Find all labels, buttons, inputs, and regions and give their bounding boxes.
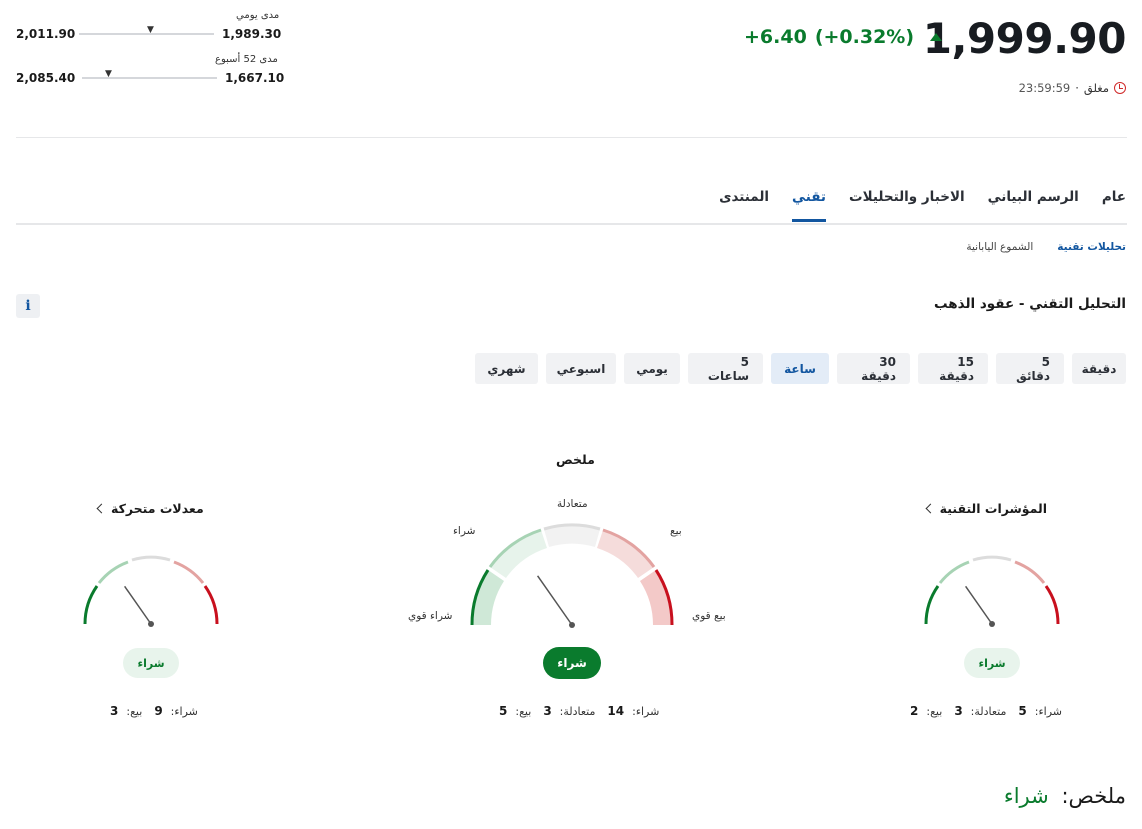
gauge-needle <box>536 575 573 626</box>
period-1min[interactable]: دقيقة <box>1072 353 1126 384</box>
last-price: 1,999.90 <box>922 14 1127 63</box>
gauge-sell-arc <box>1014 560 1046 584</box>
header-divider <box>16 137 1127 138</box>
period-15min[interactable]: 15 دقيقة <box>918 353 988 384</box>
period-1hour[interactable]: ساعة <box>771 353 829 384</box>
main-tabs: عام الرسم البياني الاخبار والتحليلات تقن… <box>719 189 1126 222</box>
ma-buy-count: شراء:9 <box>154 704 198 718</box>
technical-counts: شراء:5 متعادلة:3 بيع:2 <box>910 704 1062 718</box>
gauge-pivot <box>148 621 154 627</box>
gauge-buy-arc <box>938 560 970 584</box>
week52-range-bar <box>82 77 217 79</box>
gauge-buy-band <box>490 530 547 578</box>
period-30min[interactable]: 30 دقيقة <box>837 353 910 384</box>
overall-summary: ملخص: شراء <box>1004 784 1126 808</box>
daily-range-marker: ▼ <box>147 25 154 35</box>
gauge-strong-buy-arc <box>924 585 940 625</box>
tab-technical[interactable]: تقني <box>792 189 826 222</box>
gauge-strong-sell-arc <box>203 585 219 625</box>
technical-indicators-link[interactable]: المؤشرات التقنية <box>925 501 1047 516</box>
subtab-candlesticks[interactable]: الشموع اليابانية <box>966 241 1033 253</box>
period-daily[interactable]: يومي <box>624 353 680 384</box>
chevron-left-icon <box>925 503 936 514</box>
gauge-sell-arc <box>173 560 205 584</box>
sub-tabs: تحليلات تقنية الشموع اليابانية <box>966 241 1126 253</box>
gauge-needle <box>965 585 993 625</box>
daily-range-low: 1,989.30 <box>222 27 282 41</box>
change-value: +6.40 <box>744 26 807 48</box>
gauge-buy-arc <box>97 560 129 584</box>
daily-range-high: 2,011.90 <box>16 27 76 41</box>
status-time: 23:59:59 <box>1018 81 1071 95</box>
status-separator: · <box>1075 81 1079 95</box>
period-5hours[interactable]: 5 ساعات <box>688 353 763 384</box>
technical-sell-count: بيع:2 <box>910 704 943 718</box>
daily-range-label: مدى يومي <box>236 10 280 21</box>
section-title: التحليل التقني - عقود الذهب <box>934 296 1126 312</box>
gauge-pivot <box>989 621 995 627</box>
gauge-sell-band <box>597 530 654 578</box>
summary-buy-count: شراء:14 <box>607 704 660 718</box>
gauge-neutral-arc <box>131 555 171 562</box>
status-label: مغلق <box>1083 81 1109 95</box>
period-monthly[interactable]: شهري <box>475 353 538 384</box>
overall-summary-label: ملخص: <box>1061 784 1126 808</box>
market-status: مغلق · 23:59:59 <box>1019 81 1126 95</box>
summary-gauge <box>470 523 674 628</box>
label-neutral: متعادلة <box>557 498 588 510</box>
technical-signal-badge: شراء <box>964 648 1020 678</box>
period-weekly[interactable]: اسبوعي <box>546 353 616 384</box>
week52-range-high: 2,085.40 <box>16 71 76 85</box>
up-arrow-icon <box>930 33 943 41</box>
tab-general[interactable]: عام <box>1102 189 1126 221</box>
technical-buy-count: شراء:5 <box>1018 704 1062 718</box>
moving-averages-link[interactable]: معدلات متحركة <box>96 501 204 516</box>
summary-gauge-title: ملخص <box>556 452 595 467</box>
moving-averages-title: معدلات متحركة <box>111 501 204 516</box>
summary-signal-badge: شراء <box>543 647 601 679</box>
gauge-strong-sell-arc <box>1044 585 1060 625</box>
clock-icon <box>1114 82 1126 94</box>
gauge-neutral-arc <box>972 555 1012 562</box>
moving-averages-counts: شراء:9 بيع:3 <box>110 704 198 718</box>
info-icon[interactable]: i <box>16 294 40 318</box>
label-strong-buy: شراء قوي <box>408 610 453 622</box>
price-change: +6.40 (+0.32%) <box>744 26 943 48</box>
tabs-baseline <box>16 223 1127 225</box>
gauge-pivot <box>569 622 575 628</box>
gauge-needle <box>124 585 152 625</box>
technical-gauge <box>924 555 1060 627</box>
technical-indicators-title: المؤشرات التقنية <box>939 501 1047 516</box>
label-strong-sell: بيع قوي <box>692 610 726 622</box>
tab-chart[interactable]: الرسم البياني <box>988 189 1079 221</box>
overall-summary-value: شراء <box>1003 784 1049 808</box>
moving-averages-gauge <box>83 555 219 627</box>
week52-range-marker: ▼ <box>105 69 112 79</box>
period-5min[interactable]: 5 دقائق <box>996 353 1064 384</box>
tab-news-analysis[interactable]: الاخبار والتحليلات <box>849 189 965 221</box>
ma-sell-count: بيع:3 <box>110 704 143 718</box>
chevron-left-icon <box>96 503 107 514</box>
moving-averages-signal-badge: شراء <box>123 648 179 678</box>
tab-forum[interactable]: المنتدى <box>719 189 769 221</box>
week52-range-label: مدى 52 أسبوع <box>215 54 278 65</box>
technical-neutral-count: متعادلة:3 <box>954 704 1007 718</box>
summary-counts: شراء:14 متعادلة:3 بيع:5 <box>499 704 659 718</box>
week52-range-low: 1,667.10 <box>225 71 285 85</box>
subtab-technical-analysis[interactable]: تحليلات تقنية <box>1057 241 1126 253</box>
summary-neutral-count: متعادلة:3 <box>543 704 596 718</box>
change-percent: (+0.32%) <box>814 26 915 48</box>
period-selector: دقيقة 5 دقائق 15 دقيقة 30 دقيقة ساعة 5 س… <box>475 353 1126 384</box>
summary-sell-count: بيع:5 <box>499 704 532 718</box>
gauge-strong-buy-arc <box>83 585 99 625</box>
